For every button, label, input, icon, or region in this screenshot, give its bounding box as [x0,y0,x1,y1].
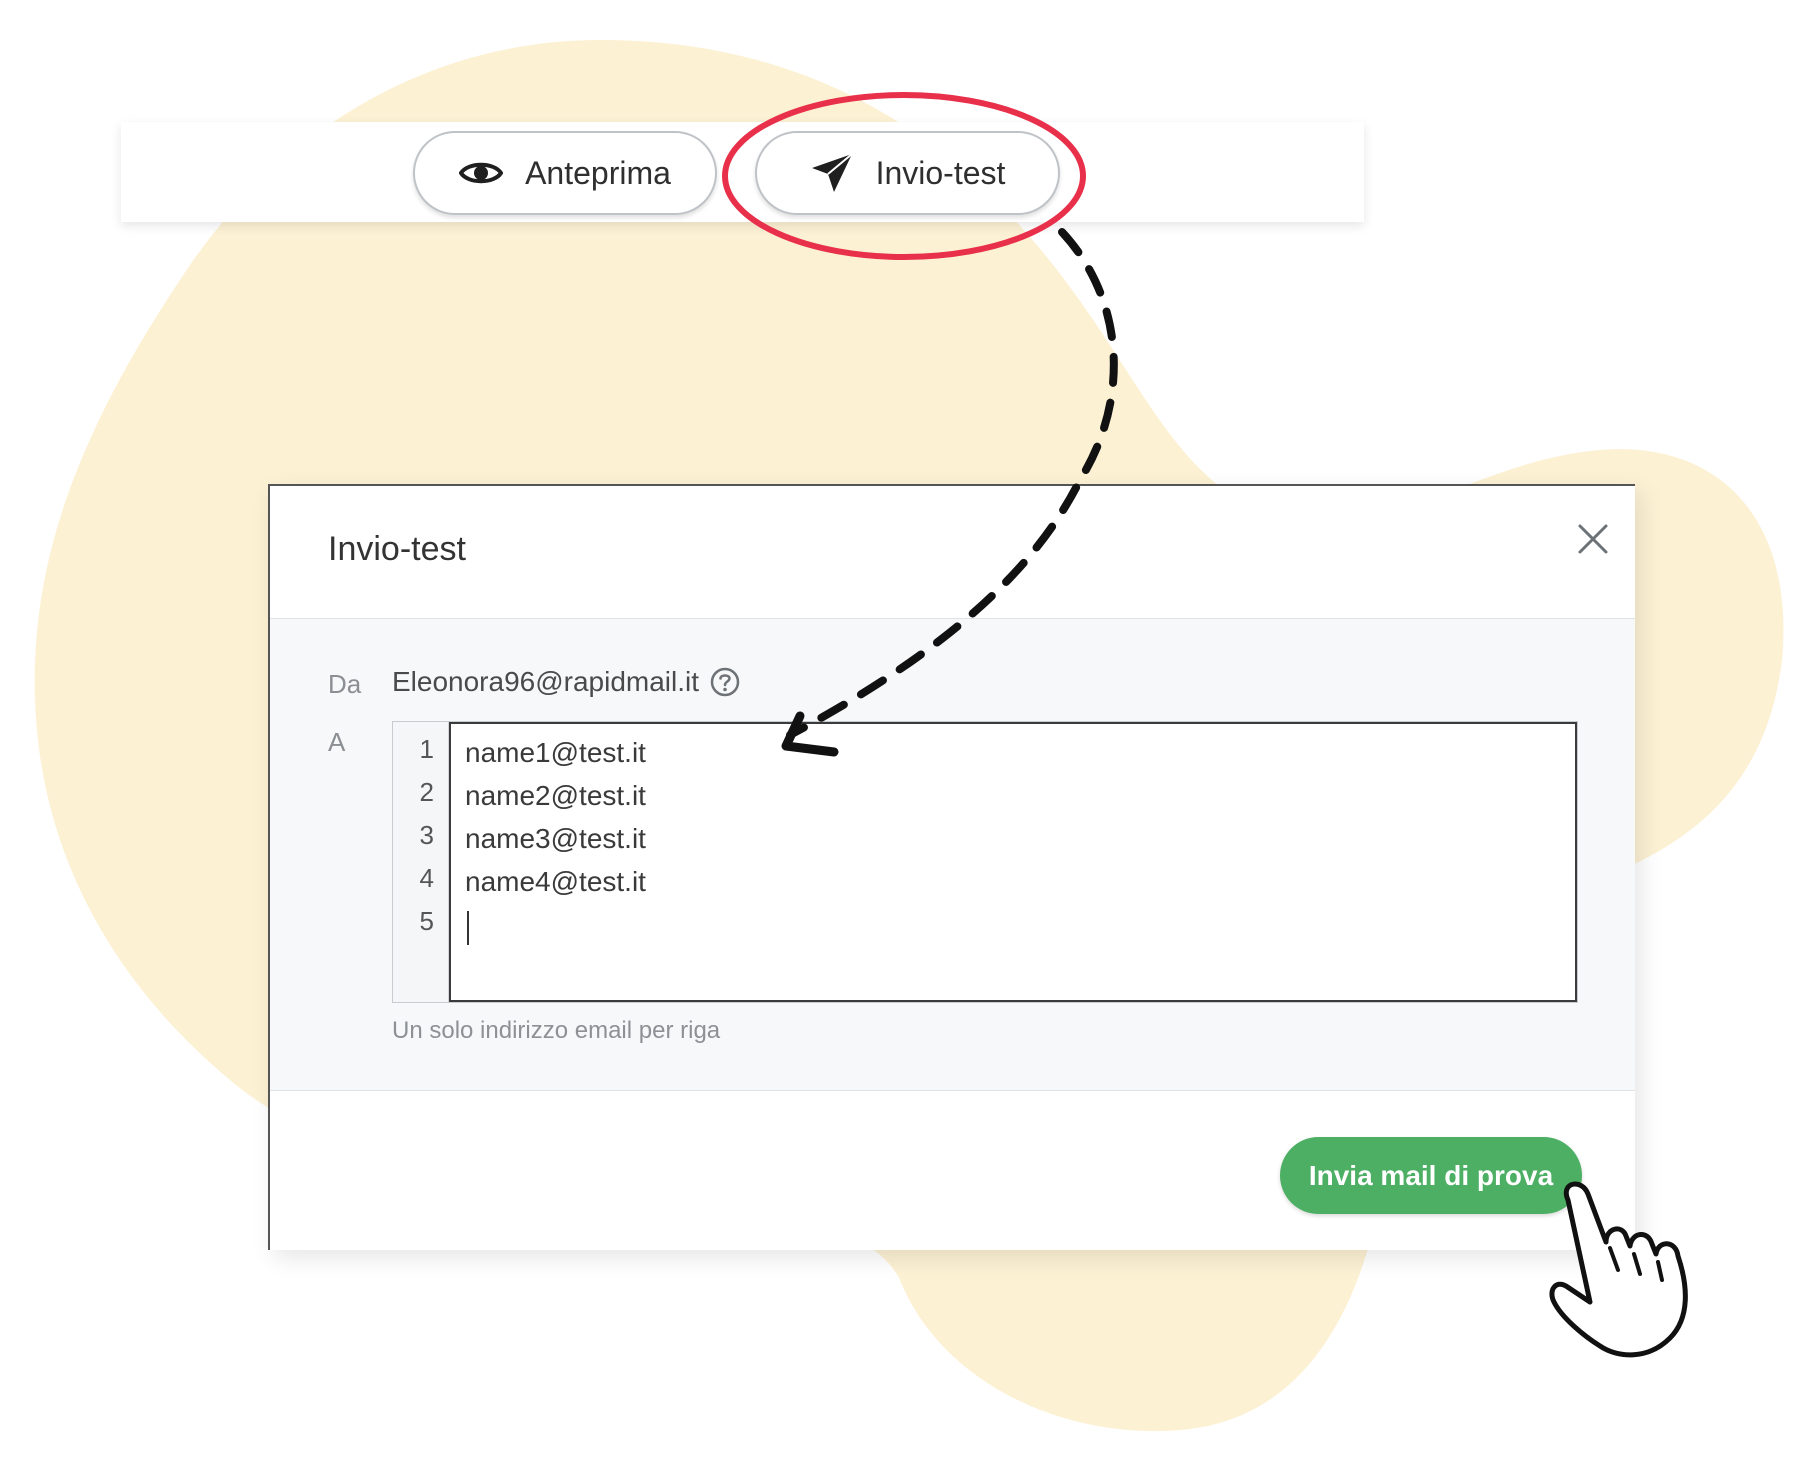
dialog-header: Invio-test [270,486,1635,619]
recipients-editor: 1 2 3 4 5 name1@test.it name2@test.it na… [392,721,1578,1003]
from-field: Eleonora96@rapidmail.it [392,666,741,698]
line-number: 4 [419,863,434,893]
line-number: 3 [419,820,434,850]
close-icon [1578,524,1608,554]
recipient-line: name1@test.it [465,737,646,768]
eye-icon [459,158,504,188]
recipient-line: name2@test.it [465,780,646,811]
text-cursor [467,911,469,945]
recipient-line: name4@test.it [465,866,646,897]
dialog-title: Invio-test [328,530,466,568]
to-label: A [328,727,346,757]
from-address: Eleonora96@rapidmail.it [392,666,700,697]
recipients-textarea[interactable]: name1@test.it name2@test.it name3@test.i… [449,722,1577,1002]
recipient-line: name3@test.it [465,823,646,854]
recipients-hint: Un solo indirizzo email per riga [392,1017,721,1044]
preview-button[interactable]: Anteprima [413,131,717,215]
from-label: Da [328,669,362,699]
send-test-mail-button[interactable]: Invia mail di prova [1280,1137,1582,1214]
test-send-dialog: Invio-test Da Eleonora96@rapidmail.it A … [268,484,1635,1250]
test-send-button-label: Invio-test [875,154,1006,191]
line-number: 5 [419,906,434,936]
line-number-gutter: 1 2 3 4 5 [393,722,449,1002]
help-icon[interactable] [709,666,741,698]
close-button[interactable] [1570,516,1616,562]
paper-plane-icon [810,152,854,194]
test-send-button[interactable]: Invio-test [755,131,1060,215]
dialog-body: Da Eleonora96@rapidmail.it A 1 2 3 4 5 n… [270,619,1635,1091]
line-number: 1 [419,734,434,764]
line-number: 2 [419,777,434,807]
editor-toolbar: Anteprima Invio-test [121,122,1364,222]
preview-button-label: Anteprima [525,154,671,191]
